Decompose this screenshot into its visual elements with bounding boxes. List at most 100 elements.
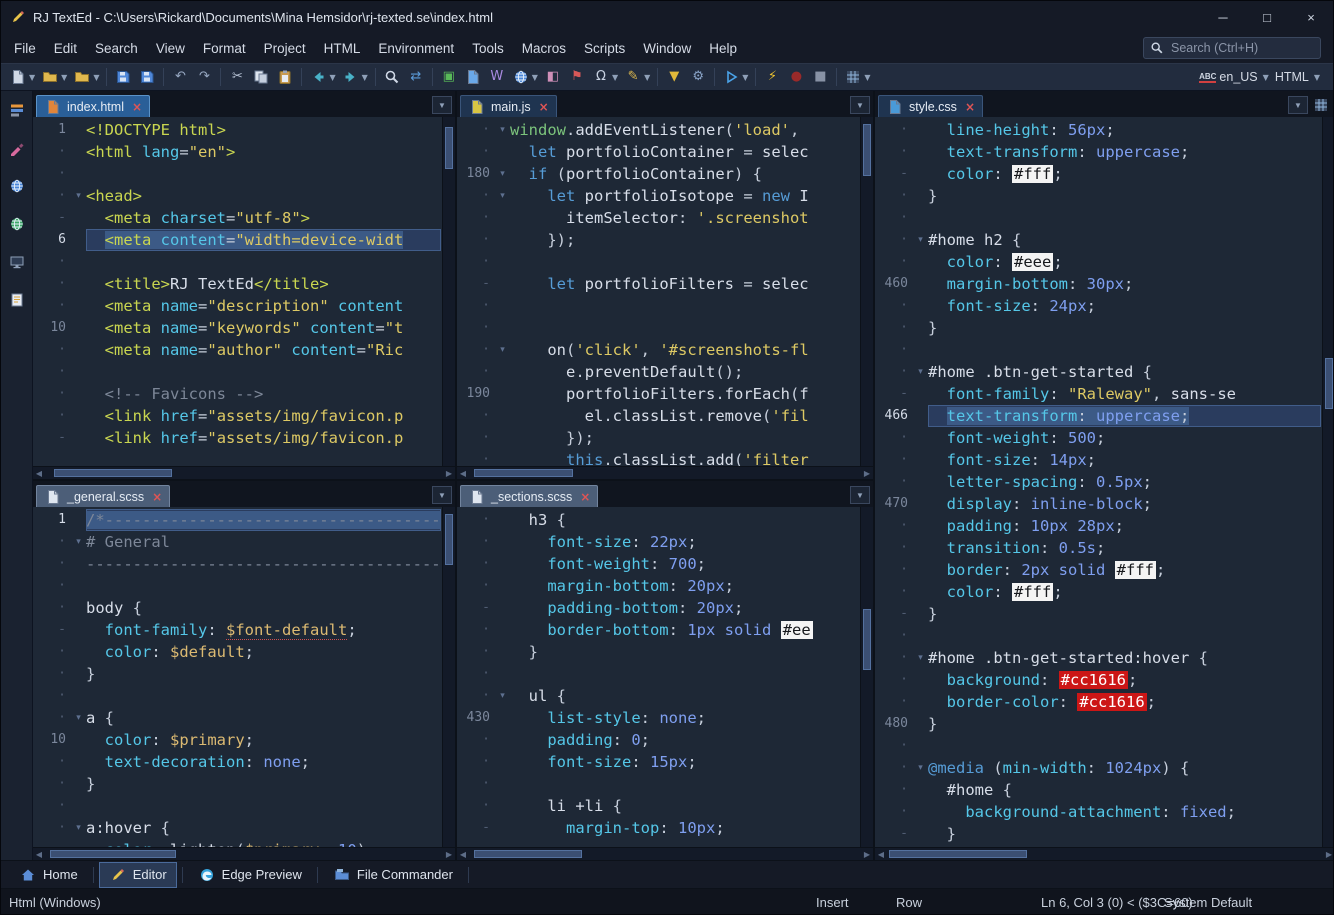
fold-marker-icon[interactable]: ▾ xyxy=(495,119,510,141)
code-text[interactable] xyxy=(86,361,441,383)
new-file-button[interactable]: ▼ xyxy=(6,65,38,89)
code-text[interactable]: # General xyxy=(86,531,441,553)
menu-format[interactable]: Format xyxy=(194,36,255,61)
h-scrollbar[interactable]: ◀▶ xyxy=(457,466,873,479)
code-text[interactable]: color: $default; xyxy=(86,641,441,663)
code-text[interactable]: line-height: 56px; xyxy=(928,119,1321,141)
scroll-left-icon[interactable]: ◀ xyxy=(33,848,45,860)
scrollbar-thumb[interactable] xyxy=(474,850,582,858)
code-text[interactable]: <meta name="description" content xyxy=(86,295,441,317)
maximize-button[interactable]: □ xyxy=(1245,1,1289,33)
nav-forward-button[interactable]: ▼ xyxy=(339,65,371,89)
run-script-dropdown-arrow[interactable]: ▼ xyxy=(742,73,748,82)
code-text[interactable]: h3 { xyxy=(510,509,859,531)
scrollbar-thumb[interactable] xyxy=(889,850,1027,858)
code-text[interactable]: background-attachment: fixed; xyxy=(928,801,1321,823)
v-scrollbar[interactable] xyxy=(860,507,873,847)
menu-edit[interactable]: Edit xyxy=(45,36,86,61)
code-text[interactable] xyxy=(86,251,441,273)
code-text[interactable]: window.addEventListener('load', xyxy=(510,119,859,141)
code-text[interactable]: portfolioFilters.forEach(f xyxy=(510,383,859,405)
format-pen-button[interactable]: ✎▼ xyxy=(621,65,653,89)
scrollbar-thumb[interactable] xyxy=(445,127,453,169)
code-text[interactable]: font-weight: 700; xyxy=(510,553,859,575)
code-text[interactable]: transition: 0.5s; xyxy=(928,537,1321,559)
scrollbar-thumb[interactable] xyxy=(54,469,172,477)
code-text[interactable]: ----------------------------------------… xyxy=(86,553,441,575)
v-scrollbar[interactable] xyxy=(442,507,455,847)
tab-_sections.scss[interactable]: _sections.scss× xyxy=(460,485,598,507)
nav-back-button[interactable]: ▼ xyxy=(306,65,338,89)
code-text[interactable]: <link href="assets/img/favicon.p xyxy=(86,405,441,427)
code-text[interactable]: } xyxy=(928,713,1321,735)
menu-tools[interactable]: Tools xyxy=(463,36,513,61)
code-text[interactable] xyxy=(510,773,859,795)
nav-back-dropdown-arrow[interactable]: ▼ xyxy=(329,73,335,82)
code-text[interactable]: font-size: 24px; xyxy=(928,295,1321,317)
undo-button[interactable]: ↶ xyxy=(168,65,192,89)
redo-button[interactable]: ↷ xyxy=(192,65,216,89)
code-text[interactable]: } xyxy=(928,823,1321,845)
fold-marker-icon[interactable]: ▾ xyxy=(913,757,928,779)
code-text[interactable]: let portfolioFilters = selec xyxy=(510,273,859,295)
code-text[interactable]: font-size: 15px; xyxy=(510,751,859,773)
code-text[interactable] xyxy=(928,625,1321,647)
fold-marker-icon[interactable]: ▾ xyxy=(495,685,510,707)
code-text[interactable]: font-family: "Raleway", sans-se xyxy=(928,383,1321,405)
bottom-tab-editor[interactable]: Editor xyxy=(99,862,177,888)
menu-environment[interactable]: Environment xyxy=(369,36,463,61)
fold-marker-icon[interactable]: ▾ xyxy=(913,229,928,251)
code-editor[interactable]: 1/*-------------------------------------… xyxy=(33,507,455,847)
code-text[interactable]: font-family: $font-default; xyxy=(86,619,441,641)
scroll-left-icon[interactable]: ◀ xyxy=(875,848,887,860)
sidebar-layout-preview-button[interactable] xyxy=(8,253,26,275)
code-text[interactable]: <meta name="author" content="Ric xyxy=(86,339,441,361)
code-text[interactable] xyxy=(928,207,1321,229)
web-browser-dropdown-arrow[interactable]: ▼ xyxy=(532,73,538,82)
code-text[interactable]: body { xyxy=(86,597,441,619)
code-text[interactable]: color: #eee; xyxy=(928,251,1321,273)
code-text[interactable]: } xyxy=(86,773,441,795)
scroll-left-icon[interactable]: ◀ xyxy=(457,467,469,480)
tab-close-icon[interactable]: × xyxy=(965,100,975,114)
code-text[interactable]: <link href="assets/img/favicon.p xyxy=(86,427,441,449)
code-editor[interactable]: · line-height: 56px;· text-transform: up… xyxy=(875,117,1334,847)
tab-close-icon[interactable]: × xyxy=(580,490,590,504)
code-text[interactable]: <meta charset="utf-8"> xyxy=(86,207,441,229)
save-button[interactable] xyxy=(111,65,135,89)
search-input[interactable] xyxy=(1169,40,1314,56)
code-text[interactable]: }); xyxy=(510,427,859,449)
code-text[interactable] xyxy=(928,735,1321,757)
code-text[interactable]: background: #cc1616; xyxy=(928,669,1321,691)
insert-flag-button[interactable]: ⚑ xyxy=(565,65,589,89)
code-text[interactable]: } xyxy=(928,185,1321,207)
code-text[interactable] xyxy=(86,685,441,707)
fold-marker-icon[interactable]: ▾ xyxy=(71,531,86,553)
code-text[interactable]: font-size: 22px; xyxy=(510,531,859,553)
code-text[interactable]: margin-top: 10px; xyxy=(510,817,859,839)
sidebar-quick-edit-button[interactable] xyxy=(8,139,26,161)
code-text[interactable]: } xyxy=(86,663,441,685)
code-text[interactable]: padding: 0; xyxy=(510,729,859,751)
scroll-right-icon[interactable]: ▶ xyxy=(1323,848,1334,860)
search-button[interactable] xyxy=(380,65,404,89)
scroll-right-icon[interactable]: ▶ xyxy=(443,467,455,480)
file-compare-button[interactable]: ⇄ xyxy=(404,65,428,89)
code-text[interactable]: font-size: 14px; xyxy=(928,449,1321,471)
fold-marker-icon[interactable]: ▾ xyxy=(495,185,510,207)
menu-file[interactable]: File xyxy=(5,36,45,61)
code-text[interactable]: color: #fff; xyxy=(928,581,1321,603)
save-all-button[interactable] xyxy=(135,65,159,89)
tools-gear-button[interactable]: ⚙ xyxy=(686,65,710,89)
code-text[interactable]: a:hover { xyxy=(86,817,441,839)
tab-close-icon[interactable]: × xyxy=(132,100,142,114)
menu-scripts[interactable]: Scripts xyxy=(575,36,634,61)
code-editor[interactable]: · h3 {· font-size: 22px;· font-weight: 7… xyxy=(457,507,873,847)
menu-html[interactable]: HTML xyxy=(315,36,370,61)
code-text[interactable]: this.classList.add('filter xyxy=(510,449,859,466)
bottom-tab-file-commander[interactable]: File Commander xyxy=(323,862,463,888)
scrollbar-thumb[interactable] xyxy=(863,609,871,670)
data-grid-dropdown-arrow[interactable]: ▼ xyxy=(864,73,870,82)
code-editor[interactable]: ·▾window.addEventListener('load',· let p… xyxy=(457,117,873,466)
new-file-dropdown-arrow[interactable]: ▼ xyxy=(29,73,35,82)
